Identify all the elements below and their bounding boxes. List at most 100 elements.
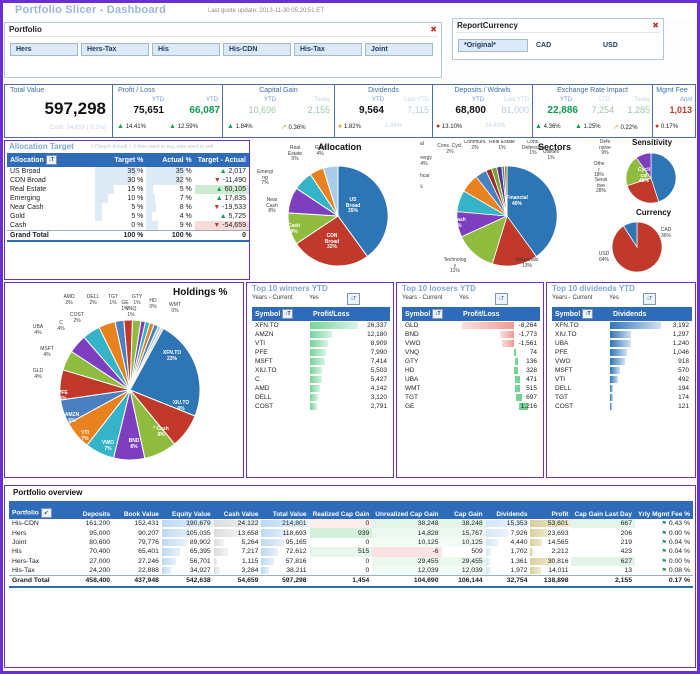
cell-diff: ▼ -19,533 (213, 204, 246, 211)
slicer-item-hers[interactable]: Hers (10, 43, 78, 56)
list-item: AMZN 12,180 (252, 330, 390, 339)
flag-icon: ⚑ (661, 549, 667, 556)
col-book-value[interactable]: Book Value (113, 501, 162, 519)
col-target-actual[interactable]: Target - Actual (194, 153, 249, 167)
pie-label-financial: Financial 40% (506, 195, 528, 207)
cell-book: 79,776 (138, 538, 159, 546)
arrow-up-icon: ▲ (219, 213, 227, 220)
slicer-item-joint[interactable]: Joint (365, 43, 433, 56)
col-profit[interactable]: Profit (530, 501, 572, 519)
cell-value: 1,046 (610, 348, 692, 357)
cell-value: 74 (460, 348, 540, 357)
pie-label-vwo: VWO 7% (102, 440, 114, 452)
sort-filter-icon[interactable]: ↕T (643, 293, 656, 305)
sort-filter-icon[interactable]: ↕T (282, 309, 294, 319)
cell-symbol: XFN.TO (555, 322, 579, 329)
col-target-pct[interactable]: Target % (94, 153, 147, 167)
sort-filter-icon[interactable]: ↙ (40, 508, 52, 518)
table-row: Emerging 10 % 7 % ▲ 17,835 (7, 194, 249, 203)
pie-label-bnd: BND 8% (128, 438, 140, 450)
cell-value: 7,990 (310, 348, 390, 357)
col-actual-pct[interactable]: Actual % (146, 153, 195, 167)
slicer-item-hers-tax[interactable]: Hers-Tax (81, 43, 149, 56)
flag-icon: ⚑ (661, 530, 667, 537)
col-profit-loss[interactable]: Profit/Loss (460, 307, 540, 321)
cell-cash: 5,264 (213, 538, 262, 547)
allocation-target-title: Allocation Target (9, 142, 74, 151)
cell-target: 30 % (94, 176, 147, 185)
cell-dividends: 4,440 (485, 538, 531, 547)
table-header-row: Symbol ↕T Profit/Loss (252, 307, 390, 321)
slicer-item-his[interactable]: His (152, 43, 220, 56)
currency-item-cad[interactable]: CAD (531, 39, 596, 52)
col-cap-gain-last-day[interactable]: Cap Gain Last Day (571, 501, 635, 519)
cell-realized: 0 (365, 557, 370, 565)
arrow-up-icon: ▲ (215, 195, 223, 202)
cell-capgain: 10,125 (441, 537, 486, 548)
sort-filter-icon[interactable]: ↕T (432, 309, 444, 319)
cell-lastday: 13 (624, 567, 632, 575)
col-cap-gain[interactable]: Cap Gain (441, 501, 486, 519)
col-equity-value[interactable]: Equity Value (161, 501, 214, 519)
col-yrly-mgmt-fee[interactable]: Yrly Mgmt Fee % (634, 501, 693, 519)
col-portfolio[interactable]: Portfolio ↙ (9, 501, 69, 519)
pie-label-amzn: AMZN 6% (64, 412, 80, 424)
col-total-value[interactable]: Total Value (261, 501, 310, 519)
kpi-value: 7,115 (407, 105, 429, 115)
cell-deposits: 27,000 (89, 557, 111, 565)
clear-filter-icon[interactable]: ✖ (652, 21, 659, 30)
list-item: VTI 8,909 (252, 339, 390, 348)
table-header-row: Allocation ↕T Target % Actual % Target - … (7, 153, 249, 167)
table-row: US Broad 35 % 35 % ▲ 2,017 (7, 167, 249, 176)
kpi-value: 597,298 (44, 99, 106, 118)
table-row: Near Cash 5 % 8 % ▼ -19,533 (7, 203, 249, 212)
col-dividends[interactable]: Dividends (485, 501, 531, 519)
table-row: Cash 0 % 9 % ▼ -54,659 (7, 221, 249, 231)
cell-diff: 0 (194, 230, 249, 242)
top-dividends-title: Top 10 dividends YTD (552, 284, 635, 293)
col-deposits[interactable]: Deposits (68, 501, 114, 519)
sort-filter-icon[interactable]: ↕T (582, 309, 594, 319)
col-cash-value[interactable]: Cash Value (213, 501, 262, 519)
cell-diff: ▲ 17,835 (215, 195, 246, 202)
col-realized-cap-gain[interactable]: Realized Cap Gain (309, 501, 373, 519)
currency-item-original[interactable]: *Original* (458, 39, 528, 52)
sort-filter-icon[interactable]: ↕T (347, 293, 360, 305)
col-symbol[interactable]: Symbol ↕T (252, 307, 310, 321)
clear-filter-icon[interactable]: ✖ (430, 25, 437, 34)
cell-symbol: VTI (255, 340, 266, 347)
cell-total: 118,693 (261, 528, 309, 537)
cell-equity: 34,927 (161, 566, 214, 576)
col-symbol[interactable]: Symbol ↕T (552, 307, 610, 321)
sort-filter-icon[interactable]: ↕T (45, 155, 57, 165)
cell-lastday: 2,155 (571, 575, 635, 588)
circle-down-icon: ● (655, 123, 660, 130)
kpi-value: 7,254 (591, 105, 614, 115)
cell-value: 328 (460, 366, 540, 375)
col-unrealized-cap-gain[interactable]: Unrealized Cap Gain (372, 501, 442, 519)
slicer-item-his-cdn[interactable]: His-CDN (223, 43, 291, 56)
kpi-pct: ➚ 0.22% (613, 124, 638, 131)
pie-label-usd: USD 64% (598, 251, 610, 263)
cell-actual: 32 % (146, 176, 194, 185)
divider (8, 36, 438, 37)
top-losers-body: GLD -8,264 BND -1,773 VWO -1,561 VNQ 74 GTY 1… (402, 321, 540, 411)
slicer-item-his-tax[interactable]: His-Tax (294, 43, 362, 56)
cell-equity: 56,701 (161, 557, 214, 566)
cell-symbol: AMD (255, 385, 270, 392)
cell-profit: 2,212 (530, 547, 571, 556)
pie-label-healthcare: Healthcare7% (420, 173, 430, 189)
top-dividends-body: XFN.TO 3,192 XIU.TO 1,297 UBA 1,240 PFE 1,04… (552, 321, 692, 411)
pie-label-dell: DELL 2% (86, 294, 100, 306)
col-symbol[interactable]: Symbol ↕T (402, 307, 460, 321)
col-allocation[interactable]: Allocation ↕T (7, 153, 95, 167)
currency-item-usd[interactable]: USD (598, 39, 663, 52)
cell-symbol: UBA (555, 340, 569, 347)
col-dividends[interactable]: Dividends (610, 307, 692, 321)
cell-allocation: Cash (10, 222, 27, 229)
col-profit-loss[interactable]: Profit/Loss (310, 307, 390, 321)
cell-dividends: 7,926 (485, 528, 531, 537)
cell-realized: 1,454 (309, 575, 373, 588)
sort-filter-icon[interactable]: ↕T (495, 293, 508, 305)
table-row: Gold 5 % 4 % ▲ 5,725 (7, 212, 249, 221)
